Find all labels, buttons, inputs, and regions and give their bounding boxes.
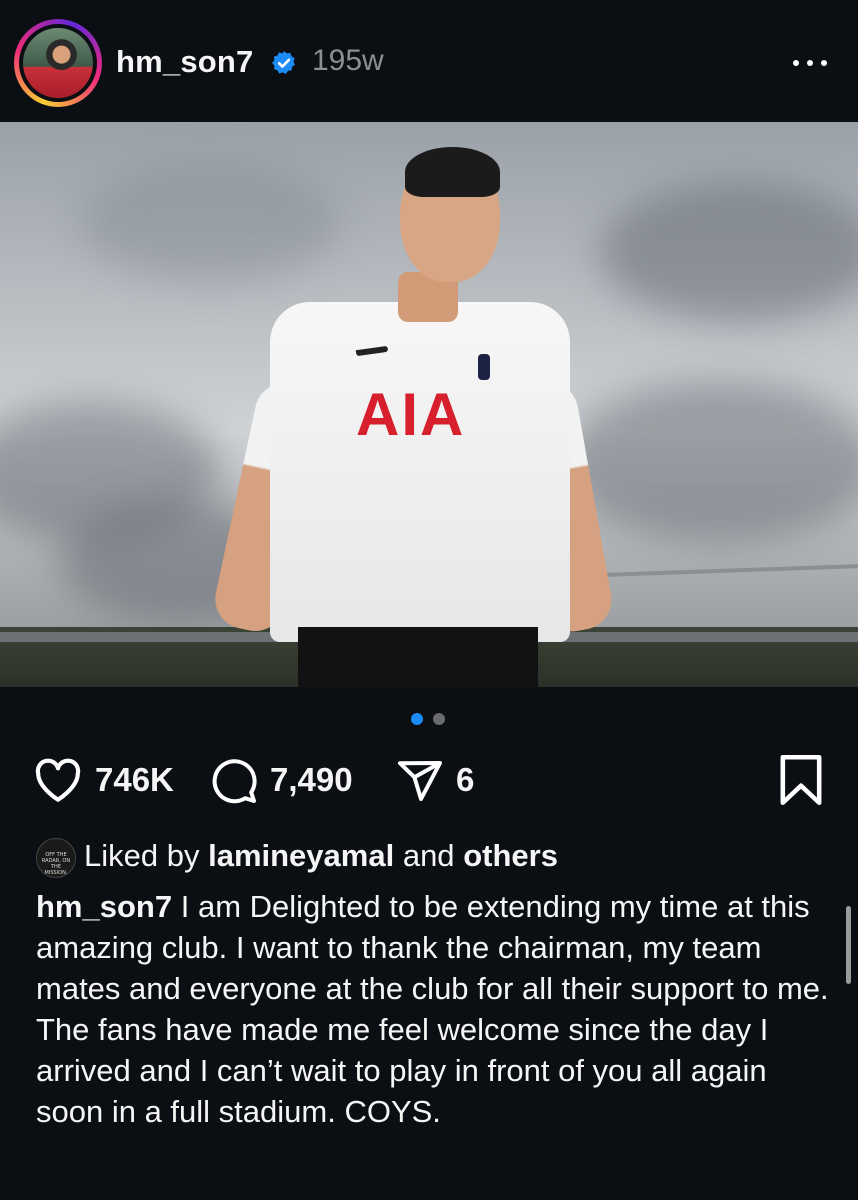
liked-by-avatar-text: OFF THE RADAR, ON THE MISSION. (41, 852, 71, 876)
liked-by-connector: and (402, 838, 455, 873)
profile-avatar[interactable] (14, 19, 102, 107)
liked-by-text: Liked by lamineyamal and others (84, 838, 558, 874)
carousel-dot-active (411, 713, 423, 725)
liked-by-row[interactable]: OFF THE RADAR, ON THE MISSION. Liked by … (36, 838, 836, 878)
shares-count[interactable]: 6 (456, 761, 474, 799)
verified-badge-icon (272, 51, 295, 74)
comment-icon[interactable] (210, 757, 258, 805)
post-photo[interactable]: AIA (0, 122, 858, 687)
player-hair (405, 147, 500, 197)
caption-username[interactable]: hm_son7 (36, 889, 172, 924)
share-icon[interactable] (396, 757, 444, 805)
likes-count[interactable]: 746K (95, 761, 174, 799)
club-crest (478, 354, 490, 380)
post-age: 195w (312, 44, 384, 77)
player-shirt (270, 302, 570, 642)
heart-icon[interactable] (33, 757, 83, 803)
player-shorts (298, 627, 538, 687)
scrollbar[interactable] (846, 906, 851, 984)
bookmark-icon[interactable] (778, 755, 824, 805)
carousel-dot (433, 713, 445, 725)
avatar-border (19, 24, 97, 102)
liked-by-user[interactable]: lamineyamal (208, 838, 394, 873)
post-header: hm_son7 195w (0, 0, 858, 122)
action-bar: 746K 7,490 6 (0, 750, 858, 810)
more-options-icon[interactable] (790, 48, 830, 78)
shirt-sponsor-text: AIA (356, 381, 466, 448)
carousel-indicator (0, 713, 858, 727)
caption-text: I am Delighted to be extending my time a… (36, 889, 829, 1129)
post-username[interactable]: hm_son7 (116, 44, 254, 80)
post-caption: hm_son7 I am Delighted to be extending m… (36, 886, 836, 1132)
avatar-image (23, 28, 93, 98)
liked-by-avatar[interactable]: OFF THE RADAR, ON THE MISSION. (36, 838, 76, 878)
liked-by-prefix: Liked by (84, 838, 200, 873)
liked-by-others[interactable]: others (463, 838, 558, 873)
comments-count[interactable]: 7,490 (270, 761, 353, 799)
